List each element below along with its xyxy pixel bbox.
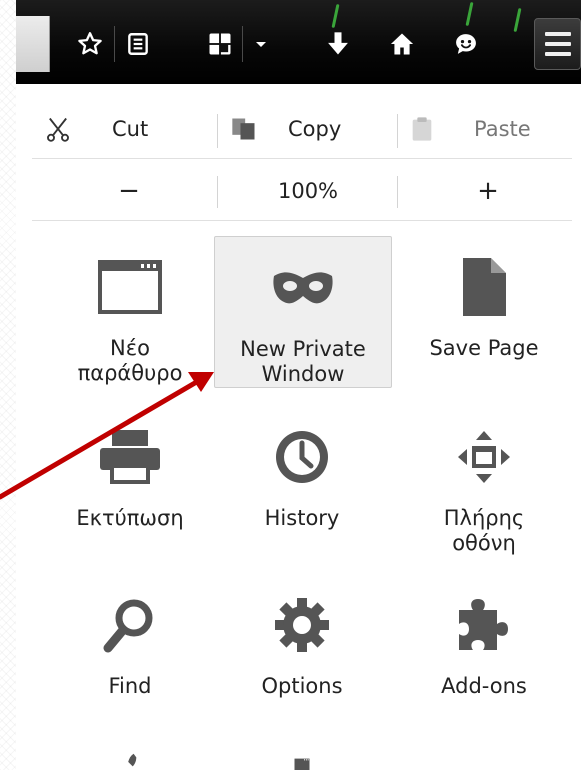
gear-icon — [275, 598, 329, 652]
wrench-icon — [128, 753, 137, 767]
bookmarks-menu-button[interactable] — [118, 22, 158, 66]
copy-button[interactable]: Copy — [230, 110, 400, 148]
cut-button[interactable]: Cut — [44, 110, 194, 148]
find-button[interactable]: Find — [42, 574, 218, 726]
pocket-panel-button[interactable] — [200, 22, 240, 66]
save-page-icon — [463, 258, 506, 316]
menu-panel: Cut Copy Paste − 100% + Νέο παράθυρο New… — [16, 84, 581, 770]
browser-toolbar — [16, 0, 581, 84]
puzzle-icon — [459, 599, 508, 650]
paste-button[interactable]: Paste — [410, 110, 575, 148]
chevron-down-icon — [256, 42, 266, 47]
print-button[interactable]: Εκτύπωση — [42, 406, 218, 558]
tile-label: Add-ons — [441, 674, 527, 698]
hamburger-icon — [544, 32, 571, 36]
dropdown-button[interactable] — [248, 22, 274, 66]
tile-label: Options — [261, 674, 343, 698]
tile-label: Πλήρης οθόνη — [443, 506, 525, 555]
copy-label: Copy — [288, 117, 342, 141]
tile-label: New Private Window — [240, 337, 366, 386]
grid-panel-icon — [209, 33, 231, 55]
zoom-reset-button[interactable]: 100% — [220, 172, 396, 210]
tile-label: Εκτύπωση — [76, 506, 184, 530]
new-private-window-button[interactable]: New Private Window — [214, 236, 392, 388]
zoom-in-button[interactable]: + — [400, 172, 576, 210]
cut-label: Cut — [112, 117, 149, 141]
copy-icon — [232, 118, 255, 140]
home-button[interactable] — [382, 22, 422, 66]
home-icon — [390, 33, 414, 55]
tile-label: Save Page — [429, 336, 539, 360]
tile-label: Find — [108, 674, 152, 698]
magnifier-icon — [103, 599, 153, 653]
theme-decoration — [513, 7, 522, 33]
addons-button[interactable]: Add-ons — [396, 574, 572, 726]
bookmark-star-button[interactable] — [70, 22, 110, 66]
tile-label: History — [264, 506, 340, 530]
bookmarks-list-icon — [128, 33, 148, 55]
new-window-icon — [98, 260, 162, 314]
clock-icon — [276, 431, 328, 483]
clipboard-icon — [412, 117, 432, 141]
zoom-level: 100% — [277, 179, 339, 203]
open-menu-button[interactable] — [534, 18, 581, 70]
save-page-button[interactable]: Save Page — [396, 236, 572, 388]
window-icon — [294, 758, 310, 770]
sidebar-button[interactable] — [214, 744, 390, 770]
history-button[interactable]: History — [214, 406, 390, 558]
paste-label: Paste — [474, 117, 531, 141]
download-arrow-icon — [328, 32, 348, 55]
private-mask-icon — [273, 272, 333, 304]
chat-button[interactable] — [446, 22, 486, 66]
developer-button[interactable] — [42, 744, 218, 770]
fullscreen-button[interactable]: Πλήρης οθόνη — [396, 406, 572, 558]
tab-edge[interactable] — [16, 16, 50, 72]
zoom-out-button[interactable]: − — [44, 172, 214, 210]
star-icon — [78, 32, 102, 55]
scissors-icon — [47, 117, 69, 142]
options-button[interactable]: Options — [214, 574, 390, 726]
tile-label: Νέο παράθυρο — [77, 336, 183, 385]
fullscreen-icon — [458, 431, 510, 483]
zoom-out-label: − — [118, 176, 140, 206]
new-window-button[interactable]: Νέο παράθυρο — [42, 236, 218, 388]
chat-face-icon — [456, 34, 476, 54]
downloads-button[interactable] — [318, 22, 358, 66]
printer-icon — [100, 430, 160, 484]
zoom-in-label: + — [477, 176, 499, 206]
